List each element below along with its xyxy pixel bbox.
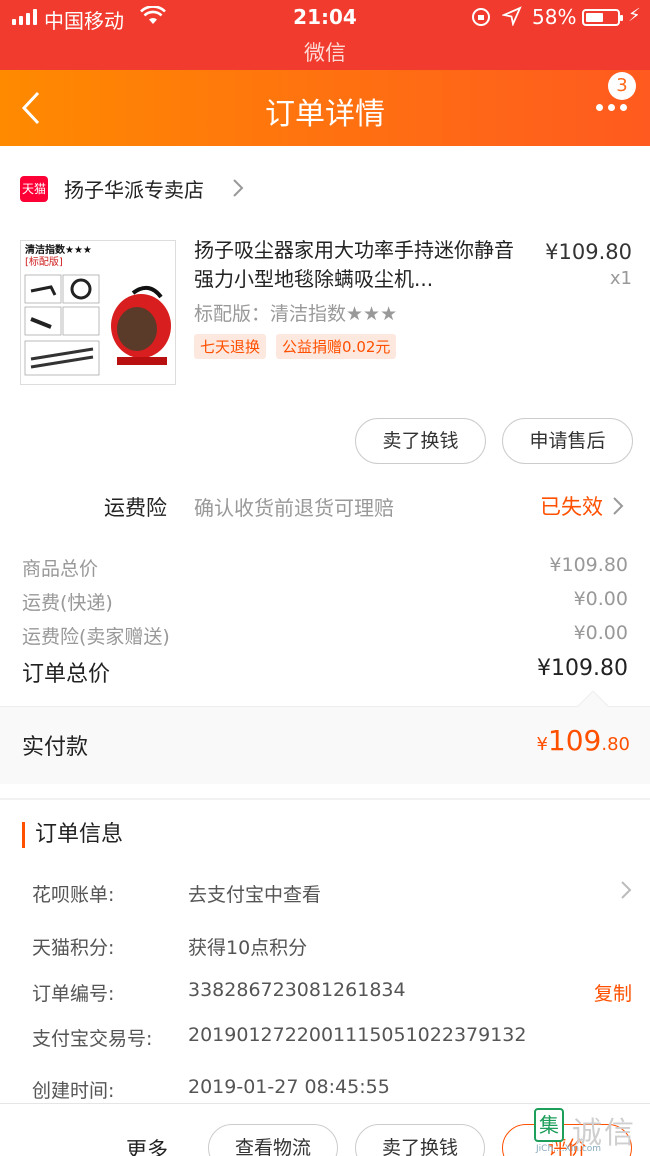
battery-percent: 58% <box>532 5 577 29</box>
notification-badge: 3 <box>608 72 636 100</box>
goods-total-row: 商品总价 ¥109.80 <box>22 554 628 581</box>
product-image[interactable]: 清洁指数★★★ [标配版] <box>20 240 176 385</box>
view-logistics-button[interactable]: 查看物流 <box>208 1124 338 1156</box>
alipay-value: 2019012722001115051022379132 <box>188 1024 527 1046</box>
alipay-label: 支付宝交易号: <box>32 1028 153 1050</box>
shipping-row: 运费(快递) ¥0.00 <box>22 588 628 615</box>
insurance-desc: 确认收货前退货可理赔 <box>194 496 394 520</box>
paid-amount-row: 实付款 ¥109.80 <box>0 690 650 784</box>
insurance-status: 已失效 <box>540 495 603 519</box>
charity-tag: 公益捐赠0.02元 <box>276 334 397 359</box>
wechat-title: 微信 <box>304 41 346 65</box>
insurance-fee-value: ¥0.00 <box>573 622 628 644</box>
watermark-logo: 集 诚信 JiCh....Xin.com <box>534 1108 648 1154</box>
shop-name[interactable]: 扬子华派专卖店 <box>64 174 204 203</box>
shipping-value: ¥0.00 <box>573 588 628 610</box>
paid-label: 实付款 <box>22 735 89 760</box>
copy-button[interactable]: 复制 <box>594 979 632 1006</box>
page-title: 订单详情 <box>265 97 385 132</box>
goods-total-value: ¥109.80 <box>549 554 628 576</box>
more-menu-icon[interactable] <box>596 104 630 112</box>
shop-row[interactable]: 天猫 扬子华派专卖店 <box>0 168 650 208</box>
rotation-lock-icon <box>470 6 492 32</box>
product-image-label: 清洁指数★★★ <box>25 243 92 256</box>
paid-amount: ¥109.80 <box>536 724 630 757</box>
return-tag: 七天退换 <box>194 334 267 359</box>
huabei-row[interactable]: 花呗账单: 去支付宝中查看 <box>32 880 632 910</box>
product-spec: 标配版：清洁指数★★★ <box>194 303 398 325</box>
product-quantity: x1 <box>609 268 632 289</box>
chevron-right-icon <box>232 178 244 202</box>
more-button[interactable]: 更多 <box>126 1134 168 1156</box>
order-total-value: ¥109.80 <box>537 656 628 681</box>
order-total-label: 订单总价 <box>22 662 111 687</box>
after-sale-button[interactable]: 申请售后 <box>502 418 633 464</box>
order-card: 天猫 扬子华派专卖店 清洁指数★★★ [标配版] 扬子吸尘器家用大功率手持迷你静… <box>0 146 650 798</box>
sell-button[interactable]: 卖了换钱 <box>355 418 486 464</box>
alipay-row: 支付宝交易号: 2019012722001115051022379132 <box>32 1024 632 1054</box>
charging-icon: ⚡ <box>628 5 641 26</box>
order-number-row: 订单编号: 338286723081261834 复制 <box>32 979 632 1009</box>
goods-total-label: 商品总价 <box>22 558 99 580</box>
order-number-value: 338286723081261834 <box>188 979 406 1001</box>
created-time-value: 2019-01-27 08:45:55 <box>188 1076 390 1098</box>
service-tags: 七天退换 公益捐赠0.02元 <box>194 334 397 359</box>
points-row: 天猫积分: 获得10点积分 <box>32 933 632 963</box>
shipping-insurance-row[interactable]: 运费险 确认收货前退货可理赔 已失效 <box>0 484 650 528</box>
insurance-fee-label: 运费险(卖家赠送) <box>22 626 170 648</box>
status-bar: 中国移动 21:04 58% ⚡ 微信 <box>0 0 650 70</box>
product-image-label: [标配版] <box>25 255 63 268</box>
product-price: ¥109.80 <box>545 240 632 264</box>
shipping-label: 运费(快递) <box>22 592 113 614</box>
order-info-card: 订单信息 花呗账单: 去支付宝中查看 天猫积分: 获得10点积分 订单编号: 3… <box>0 800 650 1110</box>
insurance-fee-row: 运费险(卖家赠送) ¥0.00 <box>22 622 628 649</box>
insurance-label: 运费险 <box>104 496 167 520</box>
chevron-right-icon <box>612 496 624 520</box>
sell-button[interactable]: 卖了换钱 <box>355 1124 485 1156</box>
huabei-value: 去支付宝中查看 <box>188 884 322 906</box>
section-title: 订单信息 <box>22 822 123 848</box>
created-time-label: 创建时间: <box>32 1080 115 1102</box>
points-value: 获得10点积分 <box>188 937 308 959</box>
nav-header: 订单详情 3 <box>0 70 650 146</box>
created-time-row: 创建时间: 2019-01-27 08:45:55 <box>32 1076 632 1106</box>
tmall-icon: 天猫 <box>20 176 48 202</box>
order-total-row: 订单总价 ¥109.80 <box>22 656 628 688</box>
points-label: 天猫积分: <box>32 937 115 959</box>
location-icon <box>501 6 522 30</box>
battery-icon <box>582 9 623 26</box>
product-title[interactable]: 扬子吸尘器家用大功率手持迷你静音强力小型地毯除螨吸尘机... <box>194 236 524 294</box>
huabei-label: 花呗账单: <box>32 884 115 906</box>
order-number-label: 订单编号: <box>32 983 115 1005</box>
chevron-right-icon <box>620 880 632 905</box>
